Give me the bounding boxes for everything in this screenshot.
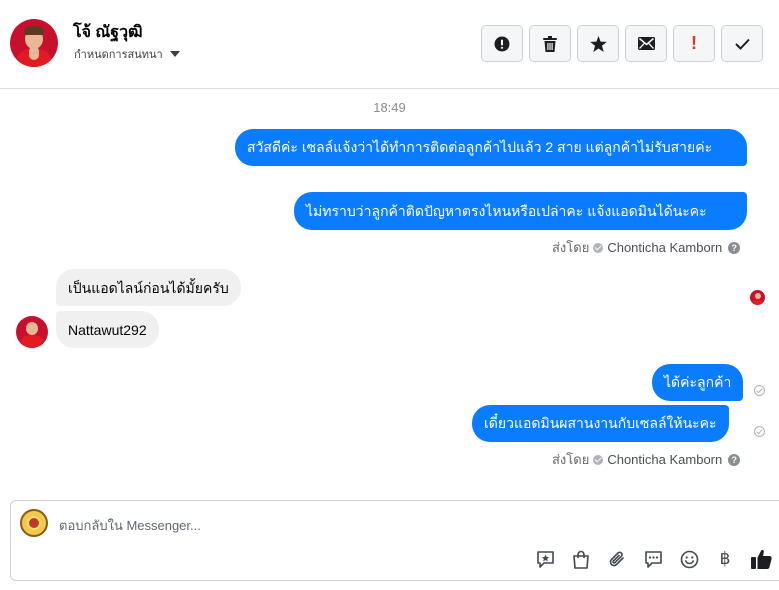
check-circle-icon: [593, 454, 604, 465]
star-icon: [589, 35, 607, 52]
delivered-check-icon: [754, 385, 765, 396]
sender-name[interactable]: Chonticha Kamborn: [607, 240, 722, 255]
outgoing-message[interactable]: ได้ค่ะลูกค้า: [652, 364, 744, 401]
reply-composer: ฿: [10, 500, 779, 581]
reply-input[interactable]: [59, 515, 659, 535]
outgoing-message[interactable]: ไม่ทราบว่าลูกค้าติดปัญหาตรงไหนหรือเปล่าค…: [294, 192, 747, 230]
shop-button[interactable]: [570, 548, 592, 570]
sent-by-label: ส่งโดย: [552, 452, 590, 467]
emoji-button[interactable]: [678, 548, 700, 570]
follow-up-button[interactable]: !: [673, 25, 715, 62]
mark-done-button[interactable]: [721, 25, 763, 62]
shopping-bag-icon: [573, 550, 589, 569]
page-avatar: [20, 509, 48, 537]
help-icon[interactable]: ?: [728, 453, 741, 466]
attach-button[interactable]: [606, 548, 628, 570]
message-template-button[interactable]: [642, 548, 664, 570]
red-exclamation-icon: !: [691, 33, 697, 53]
message-thread: 18:49 สวัสดีค่ะ เซลล์แจ้งว่าได้ทำการติดต…: [0, 89, 779, 487]
thumbs-up-icon: [750, 549, 772, 569]
sent-by-line: ส่งโดย Chonticha Kamborn ?: [552, 237, 741, 258]
star-button[interactable]: [577, 25, 619, 62]
conversation-header: โจ้ ณัฐวุฒิ กำหนดการสนทนา !: [0, 0, 779, 89]
help-icon[interactable]: ?: [728, 241, 741, 254]
smiley-icon: [680, 550, 698, 568]
baht-icon: ฿: [719, 549, 731, 568]
sender-name[interactable]: Chonticha Kamborn: [607, 452, 722, 467]
email-button[interactable]: [625, 25, 667, 62]
like-button[interactable]: [750, 548, 772, 570]
payment-button[interactable]: ฿: [714, 548, 736, 570]
check-circle-icon: [593, 242, 604, 253]
incoming-message[interactable]: Nattawut292: [56, 311, 159, 348]
composer-toolbar: ฿: [534, 548, 772, 570]
contact-avatar[interactable]: [10, 19, 58, 67]
saved-reply-button[interactable]: [534, 548, 556, 570]
conversation-assign-label: กำหนดการสนทนา: [74, 49, 163, 61]
conversation-assign-dropdown[interactable]: กำหนดการสนทนา: [74, 45, 180, 63]
seen-avatar: [750, 290, 765, 305]
saved-reply-icon: [536, 550, 554, 568]
sent-by-label: ส่งโดย: [552, 240, 590, 255]
contact-name[interactable]: โจ้ ณัฐวุฒิ: [73, 20, 143, 45]
sent-by-line: ส่งโดย Chonticha Kamborn ?: [552, 449, 741, 470]
outgoing-message[interactable]: สวัสดีค่ะ เซลล์แจ้งว่าได้ทำการติดต่อลูกค…: [235, 129, 747, 166]
mark-spam-button[interactable]: [481, 25, 523, 62]
incoming-message[interactable]: เป็นแอดไลน์ก่อนได้มั้ยครับ: [56, 269, 241, 306]
message-timestamp: 18:49: [373, 100, 406, 115]
chat-bubble-icon: [644, 550, 662, 568]
conversation-toolbar: !: [481, 25, 763, 62]
envelope-icon: [637, 37, 655, 50]
caret-down-icon: [169, 51, 180, 57]
paperclip-icon: [609, 551, 624, 567]
trash-icon: [543, 35, 557, 52]
check-icon: [734, 38, 750, 50]
exclamation-circle-icon: [494, 36, 510, 51]
delivered-check-icon: [754, 426, 765, 437]
delete-button[interactable]: [529, 25, 571, 62]
contact-avatar-small[interactable]: [16, 316, 48, 348]
outgoing-message[interactable]: เดี๋ยวแอดมินผสานงานกับเซลล์ให้นะคะ: [472, 405, 729, 442]
